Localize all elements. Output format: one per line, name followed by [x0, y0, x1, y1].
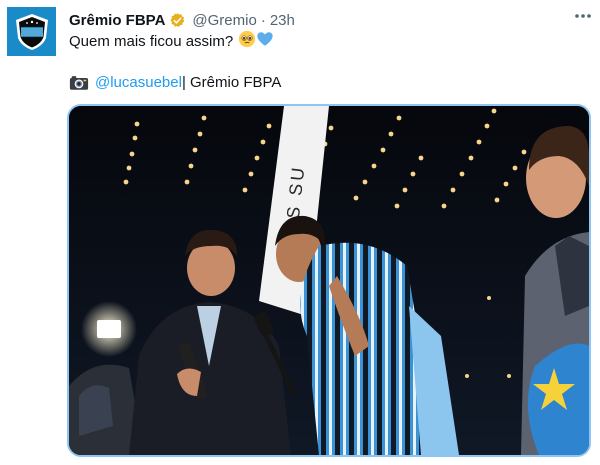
- display-name[interactable]: Grêmio FBPA: [69, 12, 165, 29]
- pleading-face-emoji-icon: [238, 30, 256, 52]
- blue-heart-emoji-icon: [256, 30, 274, 52]
- handle[interactable]: @Gremio: [192, 12, 256, 29]
- tweet-text: Quem mais ficou assim?: [69, 32, 234, 50]
- tweet-photo[interactable]: LUIS SU: [67, 104, 591, 457]
- more-options-button[interactable]: [572, 9, 594, 23]
- avatar[interactable]: [7, 7, 56, 56]
- tweet-text-line-1: Quem mais ficou assim?: [69, 30, 274, 52]
- separator-dot: ·: [260, 11, 266, 29]
- event-photo-illustration: LUIS SU: [69, 106, 589, 455]
- gremio-crest-icon: [15, 13, 48, 50]
- photo-credit-text: | Grêmio FBPA: [181, 73, 282, 91]
- timestamp[interactable]: 23h: [270, 12, 295, 29]
- mention-link[interactable]: @lucasuebel: [95, 74, 182, 91]
- more-dots-icon: [575, 14, 591, 18]
- tweet-header: Grêmio FBPA @Gremio · 23h: [69, 9, 588, 31]
- camera-icon: [69, 74, 89, 91]
- verified-badge-icon: [169, 12, 186, 29]
- tweet-text-line-2: @lucasuebel | Grêmio FBPA: [69, 72, 281, 92]
